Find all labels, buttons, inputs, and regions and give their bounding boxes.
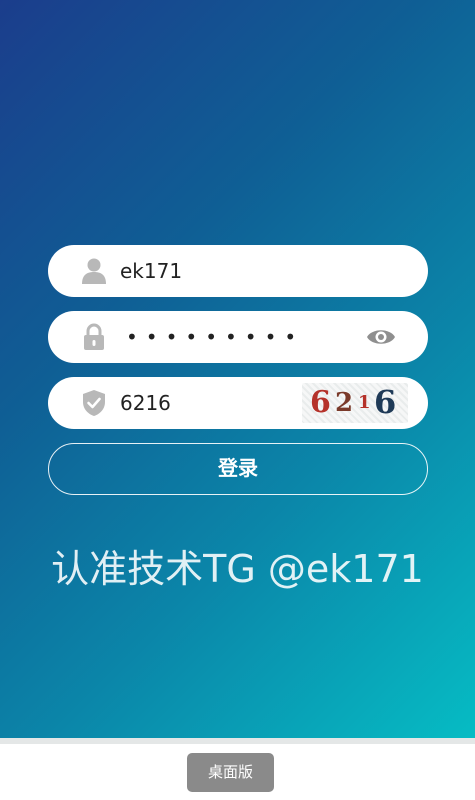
captcha-value: 6216 (120, 391, 171, 415)
password-field[interactable]: ••••••••• (48, 311, 428, 363)
captcha-char-4: 6 (374, 383, 397, 421)
desktop-version-button[interactable]: 桌面版 (187, 753, 274, 792)
lock-icon (81, 323, 107, 351)
login-button[interactable]: 登录 (48, 443, 428, 495)
captcha-field[interactable]: 6216 6 2 1 6 (48, 377, 428, 429)
footer-divider (0, 738, 475, 744)
captcha-char-3: 1 (358, 392, 371, 413)
captcha-image[interactable]: 6 2 1 6 (302, 383, 408, 423)
username-field[interactable]: ek171 (48, 245, 428, 297)
user-icon (81, 257, 107, 285)
captcha-char-1: 6 (310, 385, 331, 420)
username-value: ek171 (120, 259, 183, 283)
banner-text: 认准技术TG @ek171 (51, 547, 424, 591)
login-background (0, 0, 475, 738)
captcha-char-2: 2 (335, 388, 354, 418)
password-value: ••••••••• (126, 325, 305, 349)
shield-check-icon (81, 389, 107, 417)
eye-icon[interactable] (366, 326, 396, 348)
